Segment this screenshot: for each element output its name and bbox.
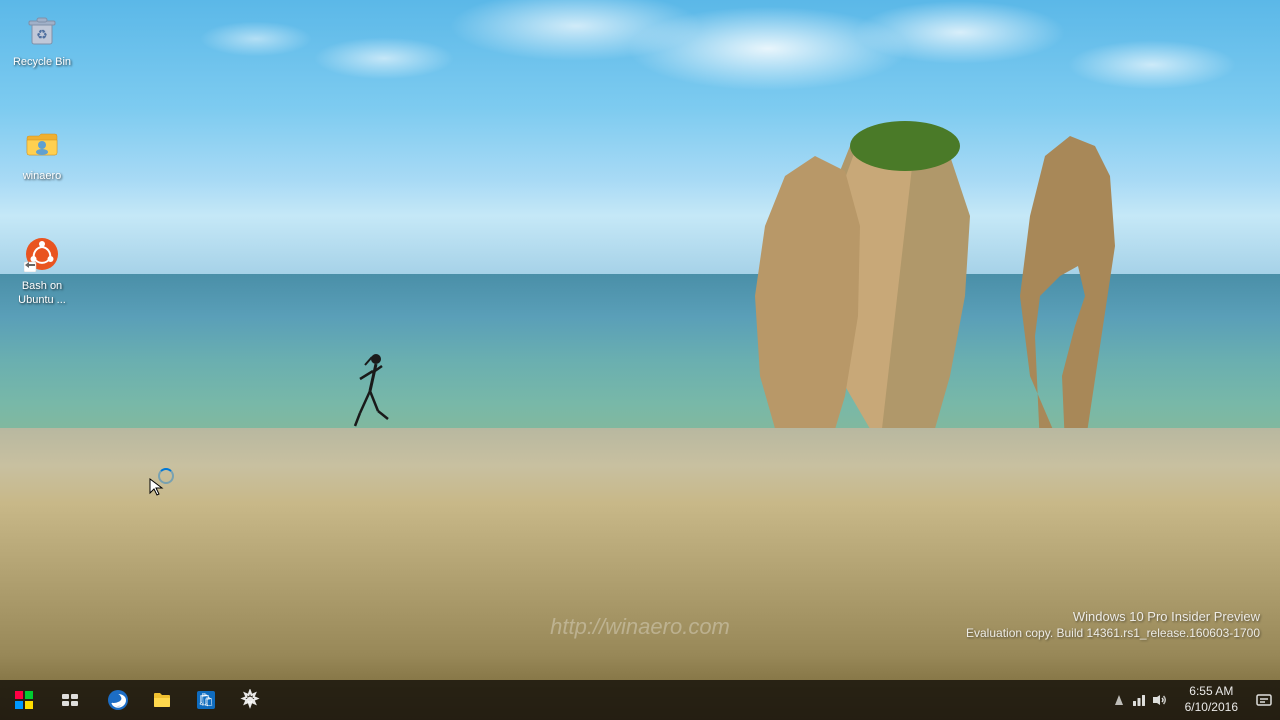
recycle-bin-label: Recycle Bin — [10, 54, 74, 70]
system-tray: 6:55 AM 6/10/2016 — [1103, 680, 1280, 720]
watermark: http://winaero.com — [550, 614, 730, 640]
build-line1: Windows 10 Pro Insider Preview — [966, 609, 1260, 624]
bash-ubuntu-graphic — [22, 234, 62, 274]
mouse-cursor — [148, 477, 168, 497]
volume-tray-icon[interactable] — [1149, 680, 1169, 720]
ocean — [0, 274, 1280, 490]
explorer-button[interactable] — [140, 680, 184, 720]
network-icon — [1131, 693, 1147, 707]
store-button[interactable]: 🛍 — [184, 680, 228, 720]
recycle-bin-graphic: ♻ — [22, 10, 62, 50]
rock-formations — [720, 96, 1220, 446]
edge-icon — [107, 689, 129, 711]
build-info: Windows 10 Pro Insider Preview Evaluatio… — [966, 609, 1260, 640]
chevron-up-icon — [1115, 694, 1123, 706]
volume-icon — [1151, 693, 1167, 707]
tray-icons — [1103, 680, 1175, 720]
svg-text:🛍: 🛍 — [198, 692, 215, 707]
sky-clouds — [0, 0, 1280, 324]
winaero-folder-icon[interactable]: winaero — [2, 120, 82, 188]
pinned-apps: 🛍 — [96, 680, 272, 720]
build-line2: Evaluation copy. Build 14361.rs1_release… — [966, 626, 1260, 640]
show-hidden-tray-button[interactable] — [1109, 680, 1129, 720]
store-icon: 🛍 — [195, 689, 217, 711]
settings-button[interactable] — [228, 680, 272, 720]
network-tray-icon[interactable] — [1129, 680, 1149, 720]
action-center-icon — [1256, 692, 1272, 708]
taskview-button[interactable] — [48, 680, 92, 720]
action-center-button[interactable] — [1248, 680, 1280, 720]
clock[interactable]: 6:55 AM 6/10/2016 — [1175, 680, 1248, 720]
settings-icon — [239, 689, 261, 711]
taskbar: 🛍 — [0, 680, 1280, 720]
winaero-label: winaero — [20, 168, 65, 184]
bash-ubuntu-icon[interactable]: Bash on Ubuntu ... — [2, 230, 82, 313]
start-icon — [15, 691, 33, 709]
start-button[interactable] — [0, 680, 48, 720]
loading-spinner — [158, 468, 174, 484]
winaero-folder-graphic — [22, 124, 62, 164]
recycle-bin-icon[interactable]: ♻ Recycle Bin — [2, 6, 82, 74]
desktop: http://winaero.com Windows 10 Pro Inside… — [0, 0, 1280, 720]
running-person — [350, 346, 390, 446]
clock-time: 6:55 AM — [1189, 684, 1233, 700]
beach-sand — [0, 428, 1280, 680]
edge-button[interactable] — [96, 680, 140, 720]
taskbar-left: 🛍 — [0, 680, 272, 720]
taskview-icon — [62, 694, 78, 706]
svg-text:♻: ♻ — [36, 27, 48, 42]
bash-ubuntu-label: Bash on Ubuntu ... — [6, 278, 78, 309]
explorer-icon — [151, 689, 173, 711]
clock-date: 6/10/2016 — [1185, 700, 1238, 716]
